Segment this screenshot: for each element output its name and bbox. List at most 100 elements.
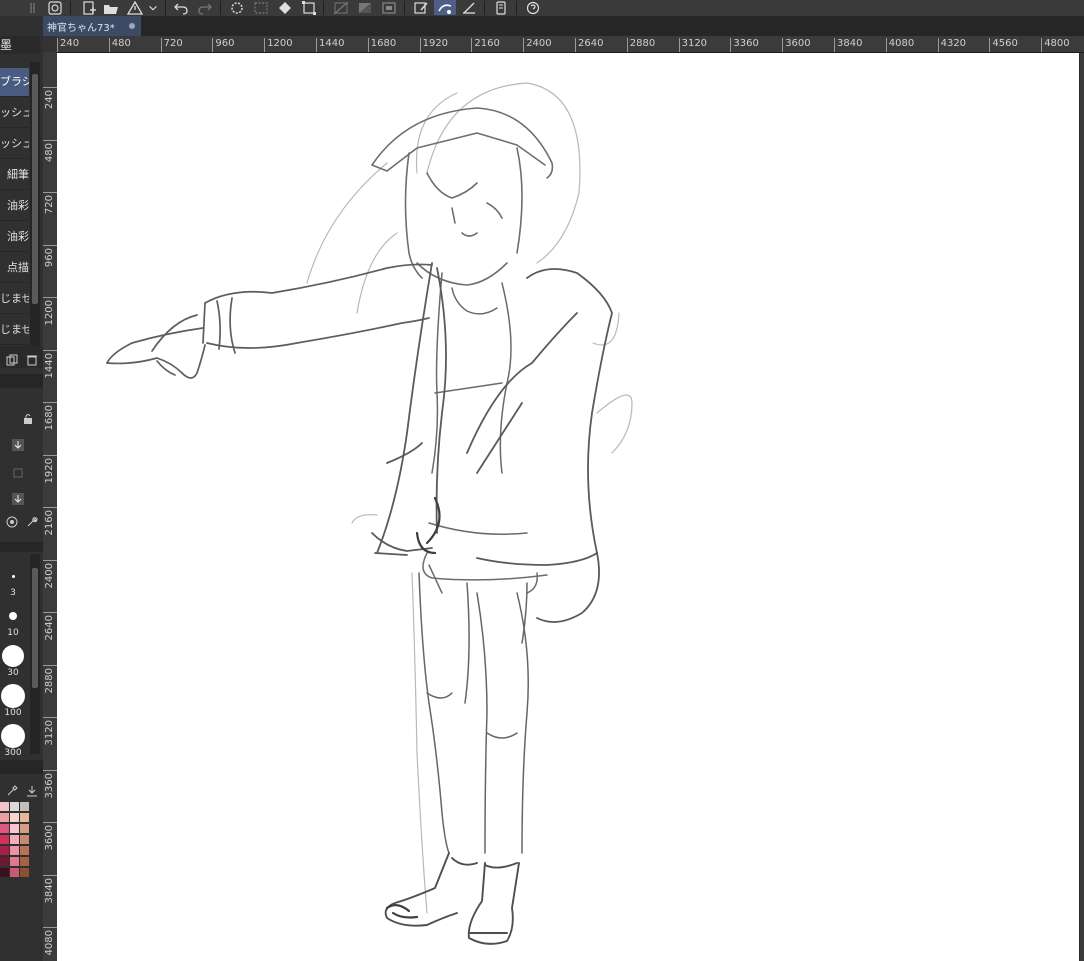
settings-dial-icon[interactable] (6, 513, 18, 528)
brush-size-scrollbar[interactable] (30, 554, 40, 754)
ruler-tick-label: 2400 (44, 562, 55, 588)
pen-pressure-icon[interactable] (410, 0, 432, 15)
ruler-tick-label: 1920 (419, 38, 448, 52)
document-tab-bar: 神官ちゃん73* (43, 16, 1084, 36)
brush-item[interactable]: じませ (0, 316, 29, 345)
new-file-icon[interactable] (78, 0, 100, 15)
brush-size-preview[interactable] (1, 724, 25, 748)
loading-icon[interactable] (226, 0, 248, 15)
ruler-tick: 1440 (43, 349, 57, 378)
brush-item[interactable]: 細筆 (0, 161, 29, 190)
ruler-tick-label: 960 (44, 247, 55, 267)
ruler-tick-label: 1920 (44, 457, 55, 483)
brush-item[interactable]: ッシュ (0, 99, 29, 128)
stabilizer-icon[interactable] (434, 0, 456, 15)
brush-list-scrollbar[interactable] (30, 62, 40, 346)
trash-icon[interactable] (26, 351, 38, 366)
fill-layer-icon[interactable] (378, 0, 400, 15)
color-swatch[interactable] (0, 824, 9, 833)
brush-size-header (0, 542, 43, 552)
snap-icon[interactable] (458, 0, 480, 15)
brush-size-preview[interactable] (11, 574, 15, 578)
lock-icon[interactable] (22, 410, 34, 424)
select-all-icon[interactable] (250, 0, 272, 15)
color-swatch[interactable] (20, 868, 29, 877)
import-icon[interactable] (26, 782, 38, 797)
color-swatch[interactable] (20, 846, 29, 855)
color-swatch[interactable] (20, 824, 29, 833)
ruler-tick-label: 720 (44, 195, 55, 215)
brush-item[interactable]: 油彩 (0, 223, 29, 252)
color-swatch[interactable] (10, 857, 19, 866)
brush-item[interactable]: じませ (0, 285, 29, 314)
chevron-down-icon[interactable] (146, 0, 160, 15)
ruler-tick-label: 720 (160, 38, 183, 52)
menu-grip-icon[interactable] (22, 0, 44, 15)
bucket-icon[interactable] (274, 0, 296, 15)
ruler-tick-label: 3840 (834, 38, 862, 52)
help-icon[interactable] (522, 0, 544, 15)
subtool-group-header[interactable]: 墨 (0, 36, 40, 54)
color-swatch[interactable] (10, 868, 19, 877)
ruler-tick-label: 1200 (264, 38, 293, 52)
opacity-lock-icon[interactable] (12, 464, 24, 478)
ruler-tick: 3360 (43, 769, 57, 798)
warning-icon[interactable] (124, 0, 146, 15)
color-swatch[interactable] (10, 835, 19, 844)
ruler-tick-label: 2160 (471, 38, 500, 52)
color-swatch[interactable] (0, 846, 9, 855)
color-swatch[interactable] (0, 813, 9, 822)
brush-size-preview[interactable] (1, 684, 25, 708)
device-icon[interactable] (490, 0, 512, 15)
layer-mask-icon[interactable] (354, 0, 376, 15)
ruler-tick-label: 2640 (575, 38, 603, 52)
ruler-tick-label: 3360 (44, 772, 55, 798)
canvas-scrollbar[interactable] (1080, 53, 1084, 961)
ruler-tick: 2160 (43, 507, 57, 535)
color-swatch[interactable] (0, 802, 9, 811)
color-swatch[interactable] (10, 846, 19, 855)
ruler-tick-label: 4080 (44, 930, 55, 956)
brush-density-download-icon[interactable] (12, 490, 24, 505)
app-logo-icon[interactable] (44, 0, 66, 15)
color-swatch[interactable] (0, 857, 9, 866)
drawing-paper[interactable] (57, 53, 1079, 961)
ruler-tick-label: 1200 (44, 300, 55, 326)
open-folder-icon[interactable] (100, 0, 122, 15)
color-swatch[interactable] (10, 824, 19, 833)
ruler-tick-label: 2880 (44, 667, 55, 693)
ruler-tick-label: 3600 (782, 38, 811, 52)
color-swatch[interactable] (20, 835, 29, 844)
color-swatch[interactable] (10, 813, 19, 822)
color-swatch[interactable] (20, 857, 29, 866)
wrench-icon[interactable] (26, 513, 38, 527)
duplicate-icon[interactable] (6, 351, 18, 366)
undo-icon[interactable] (170, 0, 192, 15)
tool-property-header (0, 374, 43, 388)
ruler-tick: 2880 (43, 664, 57, 693)
color-swatch[interactable] (10, 802, 19, 811)
transform-icon[interactable] (298, 0, 320, 15)
canvas-area[interactable] (57, 53, 1084, 961)
document-tab[interactable]: 神官ちゃん73* (43, 16, 141, 36)
brush-size-preview[interactable] (9, 612, 17, 620)
ruler-tick: 3840 (43, 874, 57, 903)
color-swatch[interactable] (0, 868, 9, 877)
close-tab-icon[interactable] (129, 23, 135, 29)
ruler-icon[interactable] (330, 0, 352, 15)
brush-size-download-icon[interactable] (12, 436, 24, 451)
brush-item[interactable]: ッシュ (0, 130, 29, 159)
redo-icon[interactable] (194, 0, 216, 15)
brush-item[interactable]: 油彩 (0, 192, 29, 221)
color-swatch[interactable] (20, 813, 29, 822)
color-set-header (0, 760, 43, 774)
eyedropper-icon[interactable] (6, 782, 18, 796)
brush-item[interactable]: ブラシ (0, 68, 29, 97)
ruler-tick: 3120 (43, 717, 57, 745)
color-swatch[interactable] (20, 802, 29, 811)
brush-item[interactable]: 点描 (0, 254, 29, 283)
color-swatch[interactable] (0, 835, 9, 844)
ruler-tick: 2400 (43, 559, 57, 588)
brush-size-preview[interactable] (2, 645, 24, 667)
ruler-tick: 2640 (43, 612, 57, 640)
